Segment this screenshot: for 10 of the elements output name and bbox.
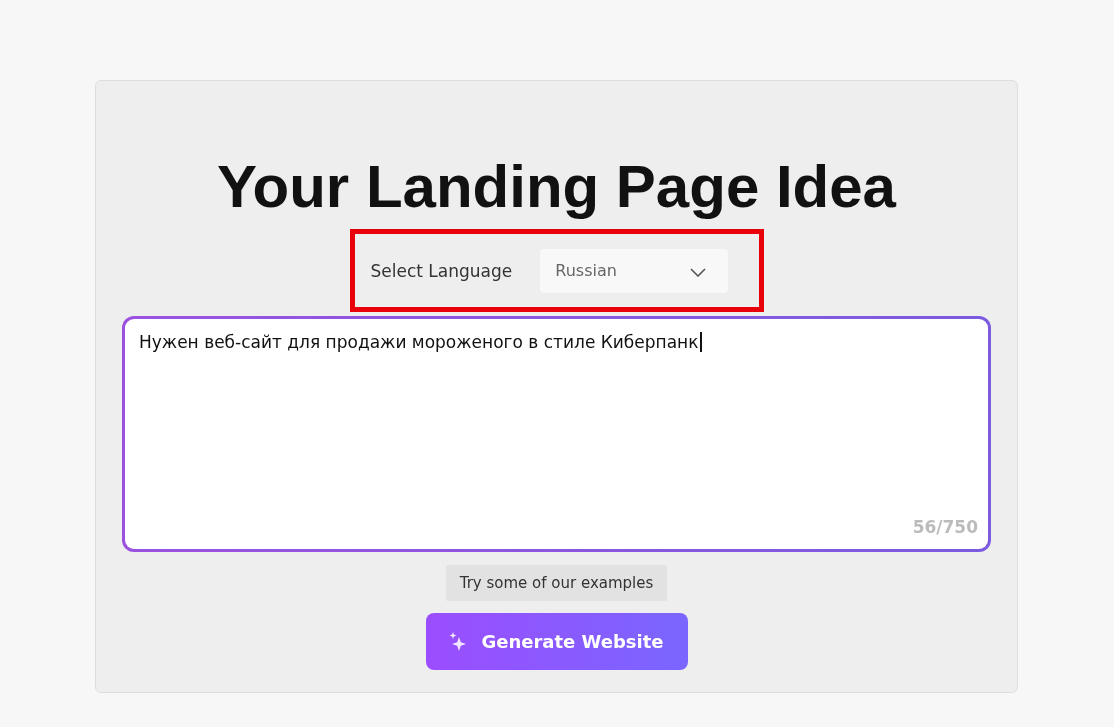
idea-text: Нужен веб-сайт для продажи мороженого в стиле Киберпанк bbox=[139, 332, 702, 352]
sparkle-icon bbox=[449, 631, 468, 652]
character-counter: 56/750 bbox=[912, 517, 978, 537]
examples-button[interactable]: Try some of our examples bbox=[445, 565, 668, 601]
language-label: Select Language bbox=[370, 260, 513, 281]
idea-text-area[interactable]: Нужен веб-сайт для продажи мороженого в стиле Киберпанк 56/750 bbox=[122, 316, 991, 552]
generate-website-button[interactable]: Generate Website bbox=[425, 613, 688, 670]
chevron-down-icon bbox=[690, 268, 707, 277]
language-select[interactable]: Russian bbox=[540, 248, 729, 293]
page-title: Your Landing Page Idea bbox=[217, 153, 896, 221]
